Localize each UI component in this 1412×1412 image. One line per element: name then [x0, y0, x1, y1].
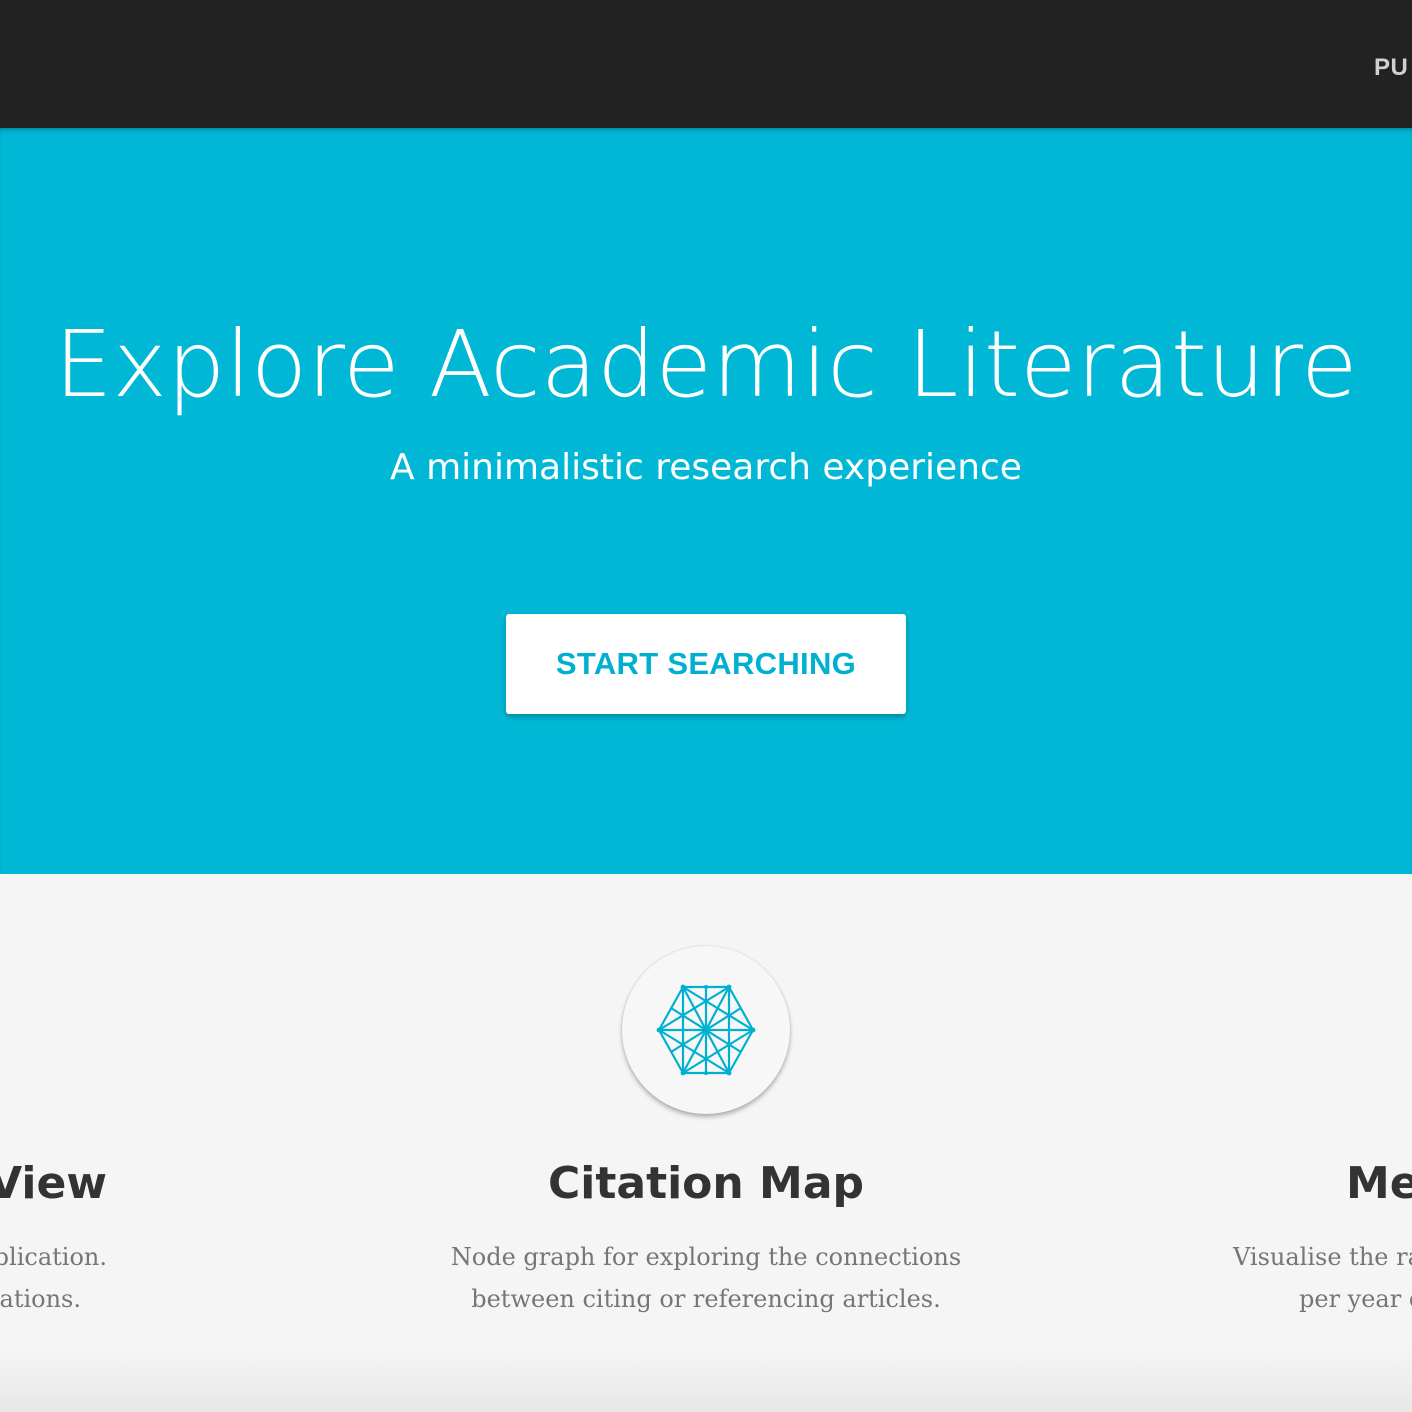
start-searching-button[interactable]: START SEARCHING — [506, 614, 906, 714]
feature-title-text: View — [0, 1158, 107, 1209]
hero-subtitle: A minimalistic research experience — [390, 447, 1022, 488]
feature-title: View — [0, 1156, 107, 1212]
feature-desc-line: Visualise the rat — [1233, 1243, 1412, 1271]
feature-description: demic publication. ces or citations. — [0, 1236, 107, 1320]
feature-desc-line: ces or citations. — [0, 1285, 81, 1313]
network-graph-icon — [656, 984, 756, 1076]
feature-desc-line: per year c — [1299, 1285, 1412, 1313]
feature-description: Visualise the rat per year c — [1233, 1236, 1412, 1320]
features-section: View demic publication. ces or citations… — [0, 874, 1412, 1412]
top-navbar: PU — [0, 0, 1412, 128]
feature-title: Me — [1346, 1156, 1412, 1212]
feature-desc-line: demic publication. — [0, 1243, 107, 1271]
feature-desc-line: Node graph for exploring the connections — [450, 1243, 962, 1271]
hero-title: Explore Academic Literature — [54, 311, 1358, 418]
feature-title-text: Me — [1346, 1158, 1412, 1209]
feature-title: Citation Map — [547, 1158, 865, 1209]
feature-desc-line: between citing or referencing articles. — [471, 1285, 941, 1313]
feature-icon-circle[interactable] — [622, 946, 790, 1114]
nav-link-publications[interactable]: PU — [1374, 54, 1408, 82]
feature-card-metrics: Me Visualise the rat per year c — [1233, 874, 1412, 1412]
feature-card-citation-map: Citation Map Node graph for exploring th… — [406, 874, 1006, 1412]
feature-description: Node graph for exploring the connections… — [406, 1236, 1006, 1320]
hero-section: Explore Academic Literature A minimalist… — [0, 128, 1412, 874]
feature-card-view: View demic publication. ces or citations… — [0, 874, 107, 1412]
